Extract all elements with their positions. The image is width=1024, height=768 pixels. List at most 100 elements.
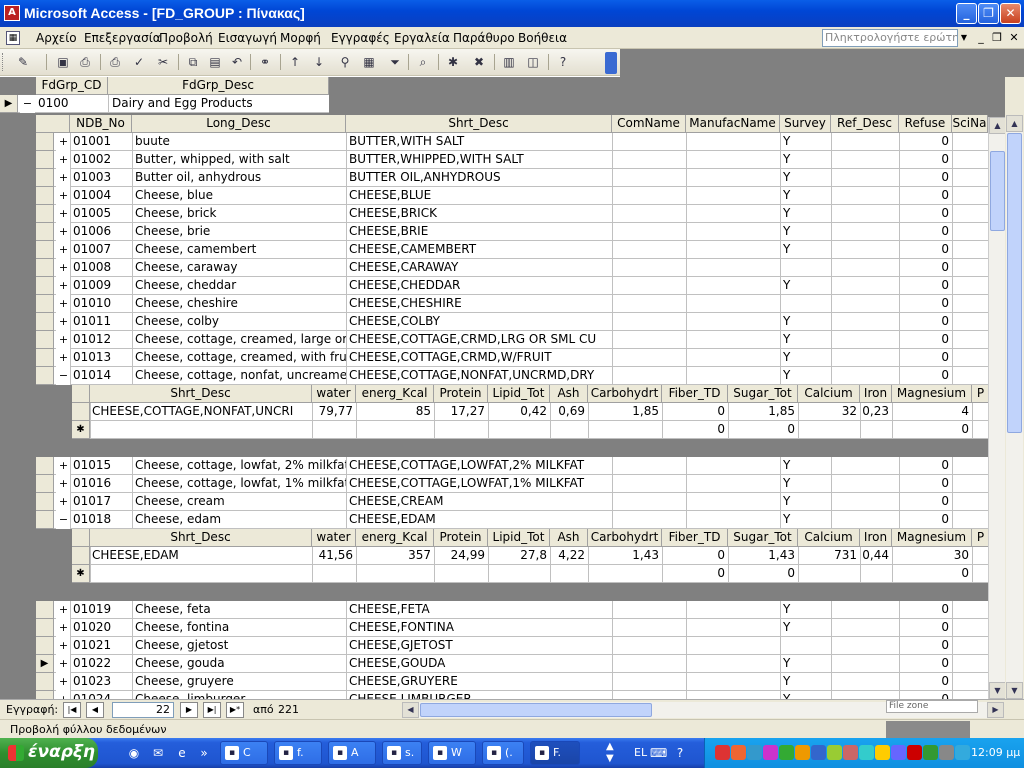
new-magnesium-cell[interactable]: 0: [892, 421, 971, 439]
ndb-no-cell[interactable]: 01016: [71, 475, 133, 493]
refuse-cell[interactable]: 0: [899, 475, 951, 493]
close-button[interactable]: ✕: [1000, 3, 1021, 24]
taskbar-button[interactable]: ▪ C: [220, 741, 268, 765]
row-selector[interactable]: [36, 691, 54, 699]
row-selector[interactable]: [36, 241, 54, 259]
long-desc-cell[interactable]: Cheese, blue: [133, 187, 347, 205]
refuse-cell[interactable]: 0: [899, 331, 951, 349]
refuse-cell[interactable]: 0: [899, 367, 951, 385]
ndb-no-cell[interactable]: 01020: [71, 619, 133, 637]
long-desc-cell[interactable]: Cheese, gouda: [133, 655, 347, 673]
horizontal-scroll-thumb[interactable]: [420, 703, 652, 717]
expand-toggle-icon[interactable]: +: [56, 223, 71, 241]
nutrient-header-iron[interactable]: Iron: [860, 385, 892, 403]
expand-toggle-icon[interactable]: +: [56, 241, 71, 259]
ndb-no-cell[interactable]: 01015: [71, 457, 133, 475]
expand-toggle-icon[interactable]: +: [56, 691, 71, 699]
nutrient-header-sugar-tot[interactable]: Sugar_Tot: [728, 385, 798, 403]
clock[interactable]: 12:09 μμ: [971, 746, 1020, 759]
row-selector[interactable]: [36, 277, 54, 295]
hyperlink-icon[interactable]: ⚭: [256, 53, 274, 71]
tray-app-icon[interactable]: [715, 745, 730, 760]
survey-cell[interactable]: [781, 637, 832, 655]
tray-app-icon[interactable]: [795, 745, 810, 760]
expand-toggle-icon[interactable]: +: [56, 637, 71, 655]
toolbar-options-button[interactable]: [605, 52, 617, 74]
short-desc-cell[interactable]: CHEESE,CHESHIRE: [347, 295, 613, 313]
new-record-nav-icon[interactable]: ▶*: [226, 702, 244, 718]
tray-app-icon[interactable]: [811, 745, 826, 760]
taskbar-scroll-icon[interactable]: ▲ ▼: [606, 741, 616, 765]
nutrient-cell-fiber-td[interactable]: 0: [662, 403, 727, 421]
tray-app-icon[interactable]: [939, 745, 954, 760]
long-desc-cell[interactable]: Cheese, brie: [133, 223, 347, 241]
survey-cell[interactable]: Y: [781, 691, 832, 699]
expand-toggle-icon[interactable]: +: [56, 133, 71, 151]
tray-app-icon[interactable]: [843, 745, 858, 760]
short-desc-cell[interactable]: CHEESE,CAMEMBERT: [347, 241, 613, 259]
nutrient-cell-protein[interactable]: 17,27: [434, 403, 487, 421]
tray-app-icon[interactable]: [827, 745, 842, 760]
taskbar-button[interactable]: ▪ (.: [482, 741, 524, 765]
save-icon[interactable]: ▣: [54, 53, 72, 71]
survey-cell[interactable]: Y: [781, 313, 832, 331]
refuse-cell[interactable]: 0: [899, 691, 951, 699]
start-button[interactable]: έναρξη: [0, 738, 98, 768]
ndb-no-cell[interactable]: 01014: [71, 367, 133, 385]
column-header-survey[interactable]: Survey: [780, 115, 831, 133]
survey-cell[interactable]: Y: [781, 349, 832, 367]
help-dropdown-arrow-icon[interactable]: ▼: [958, 29, 970, 47]
internet-explorer-icon[interactable]: e: [174, 745, 190, 761]
next-record-icon[interactable]: ▶: [180, 702, 198, 718]
collapse-toggle-icon[interactable]: −: [20, 95, 35, 113]
fdgrp-cd-cell[interactable]: 0100: [36, 95, 108, 113]
tray-app-icon[interactable]: [731, 745, 746, 760]
menu-tools[interactable]: Εργαλεία: [394, 31, 450, 45]
ndb-no-cell[interactable]: 01006: [71, 223, 133, 241]
menu-help[interactable]: Βοήθεια: [518, 31, 567, 45]
column-header-fdgrp-desc[interactable]: FdGrp_Desc: [108, 77, 329, 95]
long-desc-cell[interactable]: Cheese, cheshire: [133, 295, 347, 313]
short-desc-cell[interactable]: CHEESE,COTTAGE,LOWFAT,2% MILKFAT: [347, 457, 613, 475]
nutrient-cell-carbohydrt[interactable]: 1,43: [588, 547, 661, 565]
nutrient-header-lipid-tot[interactable]: Lipid_Tot: [488, 529, 550, 547]
nutrient-cell-shrt-desc[interactable]: CHEESE,EDAM: [90, 547, 311, 565]
nutrient-cell-lipid-tot[interactable]: 0,42: [488, 403, 549, 421]
short-desc-cell[interactable]: CHEESE,EDAM: [347, 511, 613, 529]
long-desc-cell[interactable]: Cheese, colby: [133, 313, 347, 331]
taskbar-button[interactable]: ▪ A: [328, 741, 376, 765]
row-selector[interactable]: [36, 205, 54, 223]
ndb-no-cell[interactable]: 01005: [71, 205, 133, 223]
new-fiber-cell[interactable]: 0: [662, 421, 727, 439]
new-sugar-cell[interactable]: 0: [728, 565, 797, 583]
refuse-cell[interactable]: 0: [899, 241, 951, 259]
long-desc-cell[interactable]: Cheese, limburger: [133, 691, 347, 699]
survey-cell[interactable]: Y: [781, 133, 832, 151]
table-window-icon[interactable]: ▦: [6, 31, 20, 45]
ndb-no-cell[interactable]: 01001: [71, 133, 133, 151]
expand-toggle-icon[interactable]: +: [56, 619, 71, 637]
taskbar-button[interactable]: ▪ f.: [274, 741, 322, 765]
ndb-no-cell[interactable]: 01018: [71, 511, 133, 529]
new-fiber-cell[interactable]: 0: [662, 565, 727, 583]
nutrient-header-protein[interactable]: Protein: [434, 529, 488, 547]
row-selector[interactable]: [72, 547, 90, 565]
column-header-shrt-desc[interactable]: Shrt_Desc: [346, 115, 612, 133]
toolbar-grip[interactable]: [2, 53, 5, 71]
short-desc-cell[interactable]: CHEESE,GRUYERE: [347, 673, 613, 691]
short-desc-cell[interactable]: BUTTER,WITH SALT: [347, 133, 613, 151]
main-scroll-up-icon[interactable]: ▲: [1006, 115, 1023, 132]
expand-toggle-icon[interactable]: +: [56, 205, 71, 223]
sort-ascending-icon[interactable]: ↑: [286, 53, 304, 71]
row-selector[interactable]: ▶: [36, 655, 54, 673]
nutrient-cell-fiber-td[interactable]: 0: [662, 547, 727, 565]
survey-cell[interactable]: Y: [781, 367, 832, 385]
refuse-cell[interactable]: 0: [899, 205, 951, 223]
column-header-long-desc[interactable]: Long_Desc: [132, 115, 346, 133]
nutrient-cell-magnesium[interactable]: 30: [892, 547, 971, 565]
ndb-no-cell[interactable]: 01011: [71, 313, 133, 331]
survey-cell[interactable]: Y: [781, 277, 832, 295]
short-desc-cell[interactable]: CHEESE,GJETOST: [347, 637, 613, 655]
nutrient-header-protein[interactable]: Protein: [434, 385, 488, 403]
ndb-no-cell[interactable]: 01012: [71, 331, 133, 349]
